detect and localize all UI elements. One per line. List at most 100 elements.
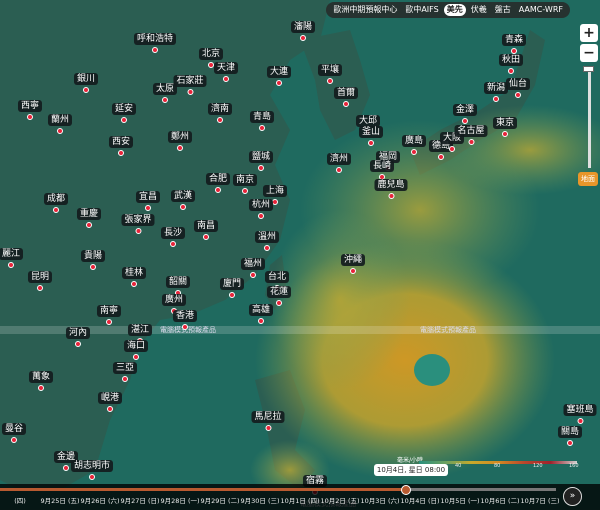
city-label: 香港 — [172, 310, 198, 322]
city-marker[interactable]: 曼谷 — [1, 416, 27, 443]
city-marker[interactable]: 鹿兒島 — [374, 172, 408, 199]
city-dot-icon — [89, 264, 96, 270]
city-marker[interactable]: 西寧 — [17, 93, 43, 120]
city-marker[interactable]: 桂林 — [121, 260, 147, 287]
city-marker[interactable]: 南昌 — [193, 213, 219, 240]
city-dot-icon — [26, 114, 33, 120]
city-dot-icon — [36, 285, 43, 291]
city-marker[interactable]: 武漢 — [170, 183, 196, 210]
city-marker[interactable]: 福州 — [240, 251, 266, 278]
date-label[interactable]: 9月29日 (二) — [200, 496, 240, 506]
date-label[interactable]: 9月25日 (五) — [40, 496, 80, 506]
city-marker[interactable]: 西安 — [108, 129, 134, 156]
zoom-out-button[interactable]: − — [580, 44, 598, 62]
date-label[interactable]: 10月3日 (六) — [360, 496, 400, 506]
city-marker[interactable]: 濟州 — [326, 146, 352, 173]
city-marker[interactable]: 河內 — [65, 320, 91, 347]
city-dot-icon — [56, 128, 63, 134]
city-dot-icon — [176, 145, 183, 151]
date-label[interactable]: 10月1日 (四) — [280, 496, 320, 506]
city-dot-icon — [88, 474, 95, 480]
date-label[interactable]: 9月26日 (六) — [80, 496, 120, 506]
menu-item-gfs[interactable]: 美先 — [443, 4, 466, 16]
menu-item-pangu[interactable]: 盤古 — [492, 4, 514, 16]
city-dot-icon — [299, 35, 306, 41]
date-label[interactable]: 9月30日 (三) — [240, 496, 280, 506]
city-marker[interactable]: 高雄 — [248, 297, 274, 324]
menu-item-aifs[interactable]: 歐中AIFS — [402, 4, 441, 16]
city-label: 馬尼拉 — [251, 411, 285, 423]
city-marker[interactable]: 鄭州 — [167, 124, 193, 151]
zoom-slider-handle[interactable] — [583, 66, 594, 72]
city-dot-icon — [186, 89, 193, 95]
city-marker[interactable]: 張家界 — [121, 207, 155, 234]
city-marker[interactable]: 長沙 — [160, 220, 186, 247]
city-marker[interactable]: 峴港 — [97, 385, 123, 412]
city-marker[interactable]: 青島 — [249, 104, 275, 131]
city-marker[interactable]: 釜山 — [358, 119, 384, 146]
menu-item-aamc-wrf[interactable]: AAMC-WRF — [516, 4, 566, 16]
city-marker[interactable]: 銀川 — [73, 66, 99, 93]
city-marker[interactable]: 濟南 — [207, 96, 233, 123]
city-marker[interactable]: 馬尼拉 — [251, 404, 285, 431]
city-marker[interactable]: 關島 — [557, 419, 583, 446]
city-marker[interactable]: 胡志明市 — [70, 453, 114, 480]
city-marker[interactable]: 杭州 — [248, 192, 274, 219]
city-dot-icon — [387, 193, 394, 199]
city-dot-icon — [82, 87, 89, 93]
date-label[interactable]: 10月4日 (日) — [400, 496, 440, 506]
city-marker[interactable]: 成都 — [43, 186, 69, 213]
city-marker[interactable]: 南京 — [232, 167, 258, 194]
city-label: 青島 — [249, 111, 275, 123]
city-marker[interactable]: 石家莊 — [173, 68, 207, 95]
city-marker[interactable]: 麗江 — [0, 241, 24, 268]
city-dot-icon — [202, 234, 209, 240]
city-marker[interactable]: 延安 — [111, 96, 137, 123]
city-dot-icon — [169, 241, 176, 247]
play-button[interactable]: » — [563, 487, 582, 506]
city-dot-icon — [179, 204, 186, 210]
city-label: 溫州 — [254, 231, 280, 243]
city-marker[interactable]: 瀋陽 — [290, 14, 316, 41]
city-marker[interactable]: 香港 — [172, 303, 198, 330]
city-marker[interactable]: 新潟 — [483, 75, 509, 102]
city-marker[interactable]: 首爾 — [333, 80, 359, 107]
date-label[interactable]: 10月2日 (五) — [320, 496, 360, 506]
city-marker[interactable]: 蘭州 — [47, 107, 73, 134]
city-marker[interactable]: 東京 — [492, 110, 518, 137]
city-marker[interactable]: 大連 — [266, 59, 292, 86]
city-marker[interactable]: 三亞 — [112, 355, 138, 382]
city-label: 秋田 — [498, 54, 524, 66]
city-marker[interactable]: 溫州 — [254, 224, 280, 251]
city-marker[interactable]: 金澤 — [452, 97, 478, 124]
date-label[interactable]: 10月7日 (三) — [520, 496, 560, 506]
city-marker[interactable]: 貴陽 — [80, 243, 106, 270]
city-label: 成都 — [43, 193, 69, 205]
city-marker[interactable]: 天津 — [213, 55, 239, 82]
city-label: 昆明 — [27, 271, 53, 283]
date-label[interactable]: 9月27日 (日) — [120, 496, 160, 506]
city-marker[interactable]: 廣島 — [401, 128, 427, 155]
menu-item-fuxi[interactable]: 伏羲 — [468, 4, 490, 16]
city-marker[interactable]: 合肥 — [205, 166, 231, 193]
city-marker[interactable]: 仙台 — [505, 71, 531, 98]
timeline-handle[interactable]: 10月4日, 星日 08:00 — [373, 464, 449, 495]
layer-button[interactable]: 地面 — [578, 172, 598, 186]
city-marker[interactable]: 沖繩 — [340, 247, 366, 274]
city-dot-icon — [257, 213, 264, 219]
date-label[interactable]: 10月5日 (一) — [440, 496, 480, 506]
city-marker[interactable]: 南寧 — [96, 298, 122, 325]
city-dot-icon — [492, 96, 499, 102]
city-marker[interactable]: 重慶 — [76, 201, 102, 228]
date-label[interactable]: 9月28日 (一) — [160, 496, 200, 506]
city-marker[interactable]: 萬象 — [28, 364, 54, 391]
menu-item-ecmwf[interactable]: 歐洲中期預報中心 — [330, 4, 400, 16]
city-marker[interactable]: 廈門 — [219, 271, 245, 298]
date-label[interactable]: (四) — [0, 496, 40, 506]
city-marker[interactable]: 昆明 — [27, 264, 53, 291]
date-label[interactable]: 10月6日 (二) — [480, 496, 520, 506]
city-marker[interactable]: 呼和浩特 — [133, 26, 177, 53]
zoom-in-button[interactable]: + — [580, 24, 598, 42]
zoom-slider-track[interactable] — [588, 68, 591, 168]
city-marker[interactable]: 青森 — [501, 27, 527, 54]
